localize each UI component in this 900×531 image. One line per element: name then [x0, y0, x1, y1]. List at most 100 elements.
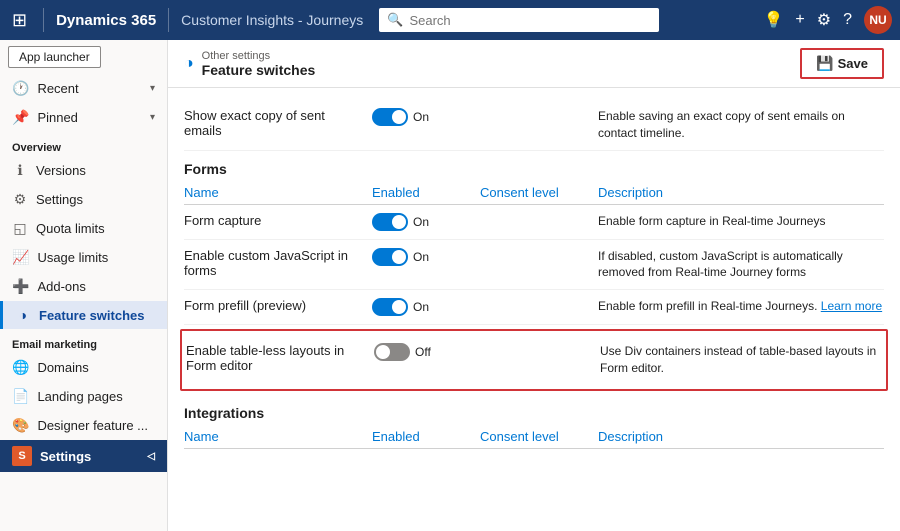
versions-icon: ℹ [12, 162, 28, 179]
toggle-track [374, 343, 410, 361]
toggle-label: On [413, 250, 429, 264]
feature-icon: ◑ [15, 307, 31, 323]
sidebar-item-recent[interactable]: 🕐 Recent ▾ [0, 74, 167, 103]
sent-emails-toggle[interactable]: On [372, 108, 472, 126]
feature-row-sent-emails: Show exact copy of sent emails On Enable… [184, 100, 884, 151]
capture-toggle-control[interactable]: On [372, 213, 429, 231]
int-col-enabled-header: Enabled [372, 429, 472, 444]
quota-icon: ◱ [12, 220, 28, 237]
sidebar-item-designer[interactable]: 🎨 Designer feature ... [0, 411, 167, 440]
tableless-desc: Use Div containers instead of table-base… [600, 343, 882, 377]
prefill-name: Form prefill (preview) [184, 298, 364, 313]
search-icon: 🔍 [387, 12, 403, 28]
integrations-col-headers: Name Enabled Consent level Description [184, 425, 884, 449]
capture-desc: Enable form capture in Real-time Journey… [598, 213, 884, 230]
pinned-chevron: ▾ [150, 112, 155, 123]
capture-name: Form capture [184, 213, 364, 228]
app-label: Customer Insights - Journeys [181, 12, 363, 28]
sidebar-item-feature-switches[interactable]: ◑ Feature switches [0, 301, 167, 329]
sidebar: App launcher 🕐 Recent ▾ 📌 Pinned ▾ Overv… [0, 40, 168, 531]
app-launcher-button[interactable]: App launcher [8, 46, 101, 68]
topbar: ⊞ Dynamics 365 Customer Insights - Journ… [0, 0, 900, 40]
overview-section: Overview [0, 132, 167, 156]
toggle-track [372, 108, 408, 126]
sidebar-item-versions[interactable]: ℹ Versions [0, 156, 167, 185]
toggle-thumb [376, 345, 390, 359]
lightbulb-icon[interactable]: 💡 [763, 10, 783, 30]
search-box[interactable]: 🔍 [379, 8, 659, 32]
toggle-track [372, 248, 408, 266]
content-area: Show exact copy of sent emails On Enable… [168, 88, 900, 461]
designer-icon: 🎨 [12, 417, 29, 434]
pinned-label: Pinned [37, 110, 77, 125]
js-toggle[interactable]: On [372, 248, 472, 266]
form-row-prefill: Form prefill (preview) On Enable form pr… [184, 290, 884, 325]
learn-more-link[interactable]: Learn more [821, 299, 882, 313]
tableless-name: Enable table-less layouts in Form editor [186, 343, 366, 373]
capture-toggle[interactable]: On [372, 213, 472, 231]
forms-section-header: Forms [184, 151, 884, 181]
settings-s-icon: S [12, 446, 32, 466]
settings-icon[interactable]: ⚙ [817, 10, 831, 30]
toggle-track [372, 298, 408, 316]
addons-icon: ➕ [12, 278, 29, 295]
integrations-title: Integrations [184, 405, 264, 421]
recent-icon: 🕐 [12, 80, 29, 97]
forms-title: Forms [184, 161, 227, 177]
toggle-label: On [413, 215, 429, 229]
topbar-divider [43, 8, 44, 32]
landing-icon: 📄 [12, 388, 29, 405]
main-layout: App launcher 🕐 Recent ▾ 📌 Pinned ▾ Overv… [0, 40, 900, 531]
toggle-label: On [413, 110, 429, 124]
grid-icon[interactable]: ⊞ [8, 6, 31, 35]
toggle-thumb [392, 250, 406, 264]
usage-icon: 📈 [12, 249, 29, 266]
tableless-toggle[interactable]: Off [374, 343, 474, 361]
toggle-track [372, 213, 408, 231]
col-enabled-header: Enabled [372, 185, 472, 200]
add-icon[interactable]: + [795, 11, 804, 29]
settings-label: Settings [40, 449, 91, 464]
prefill-toggle[interactable]: On [372, 298, 472, 316]
sidebar-item-pinned[interactable]: 📌 Pinned ▾ [0, 103, 167, 132]
sidebar-item-settings-bottom[interactable]: S Settings ◁ [0, 440, 167, 472]
sent-emails-desc: Enable saving an exact copy of sent emai… [598, 108, 884, 142]
js-toggle-control[interactable]: On [372, 248, 429, 266]
sidebar-item-settings[interactable]: ⚙ Settings [0, 185, 167, 214]
sidebar-item-quota[interactable]: ◱ Quota limits [0, 214, 167, 243]
help-icon[interactable]: ? [843, 11, 852, 29]
tableless-toggle-control[interactable]: Off [374, 343, 431, 361]
avatar[interactable]: NU [864, 6, 892, 34]
save-button[interactable]: 💾 Save [800, 48, 884, 79]
search-input[interactable] [409, 13, 651, 28]
toggle-thumb [392, 215, 406, 229]
col-name-header: Name [184, 185, 364, 200]
pinned-icon: 📌 [12, 109, 29, 126]
js-name: Enable custom JavaScript in forms [184, 248, 364, 278]
forms-col-headers: Name Enabled Consent level Description [184, 181, 884, 205]
breadcrumb-area: ◑ Other settings Feature switches [184, 50, 315, 78]
toggle-label: On [413, 300, 429, 314]
sidebar-item-landing[interactable]: 📄 Landing pages [0, 382, 167, 411]
sent-emails-name: Show exact copy of sent emails [184, 108, 364, 138]
email-marketing-section: Email marketing [0, 329, 167, 353]
settings-nav-icon: ⚙ [12, 191, 28, 208]
topbar-divider2 [168, 8, 169, 32]
form-row-capture: Form capture On Enable form capture in R… [184, 205, 884, 240]
domains-icon: 🌐 [12, 359, 29, 376]
toggle-label: Off [415, 345, 431, 359]
sidebar-item-addons[interactable]: ➕ Add-ons [0, 272, 167, 301]
prefill-toggle-control[interactable]: On [372, 298, 429, 316]
sent-emails-toggle-control[interactable]: On [372, 108, 429, 126]
main-header: ◑ Other settings Feature switches 💾 Save [168, 40, 900, 88]
page-title: Feature switches [202, 62, 316, 78]
sidebar-item-usage[interactable]: 📈 Usage limits [0, 243, 167, 272]
col-desc-header: Description [598, 185, 884, 200]
int-col-desc-header: Description [598, 429, 884, 444]
js-desc: If disabled, custom JavaScript is automa… [598, 248, 884, 282]
integrations-section-header: Integrations [184, 395, 884, 425]
sidebar-item-domains[interactable]: 🌐 Domains [0, 353, 167, 382]
save-icon: 💾 [816, 55, 833, 72]
form-row-tableless: Enable table-less layouts in Form editor… [186, 335, 882, 385]
toggle-thumb [392, 300, 406, 314]
